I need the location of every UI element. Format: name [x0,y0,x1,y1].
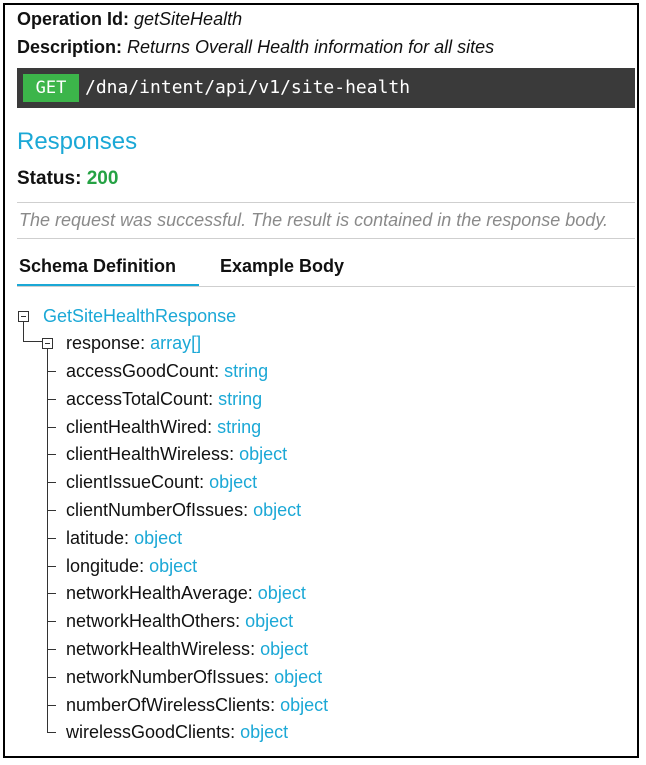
schema-root-label[interactable]: GetSiteHealthResponse [43,306,236,326]
field-type-link[interactable]: object [260,639,308,659]
field-type-link[interactable]: object [274,667,322,687]
field-type-link[interactable]: string [217,417,261,437]
field-type-link[interactable]: object [253,500,301,520]
field-type-link[interactable]: object [258,583,306,603]
operation-id-value: getSiteHealth [134,9,243,29]
field-type-link[interactable]: object [209,472,257,492]
tree-connector [47,427,56,428]
active-tab-indicator [17,284,199,286]
tree-connector [47,593,56,594]
tree-connector [47,399,56,400]
tree-connector [47,566,56,567]
tree-connector [47,371,56,372]
tree-connector [47,677,56,678]
field-name: numberOfWirelessClients [66,695,271,715]
field-type-link[interactable]: array[] [150,333,201,353]
schema-field-row: clientHealthWired: string [66,417,262,437]
schema-root-node[interactable]: GetSiteHealthResponse [43,304,236,328]
tabs-divider [17,286,635,287]
tree-connector [47,621,56,622]
schema-field-row: longitude: object [66,556,198,576]
field-name: networkNumberOfIssues [66,667,265,687]
field-type-link[interactable]: object [149,556,197,576]
tab-schema-definition[interactable]: Schema Definition [19,254,176,278]
responses-heading: Responses [17,128,138,155]
field-name: latitude [66,528,125,548]
schema-field-row: latitude: object [66,528,183,548]
tree-connector [47,649,56,650]
operation-description-value: Returns Overall Health information for a… [127,37,495,57]
field-name: accessGoodCount [66,361,215,381]
tree-connector [47,454,56,455]
tree-connector [23,341,42,342]
field-type-link[interactable]: object [240,722,288,742]
collapse-toggle-icon[interactable] [18,311,29,322]
endpoint-bar: GET /dna/intent/api/v1/site-health [17,68,635,108]
http-method-badge: GET [23,74,79,102]
endpoint-path: /dna/intent/api/v1/site-health [85,77,411,98]
schema-field-row: clientHealthWireless: object [66,444,288,464]
collapse-toggle-icon[interactable] [42,338,53,349]
field-type-link[interactable]: object [280,695,328,715]
tree-connector [23,322,24,341]
tree-connector [47,482,56,483]
field-type-link[interactable]: string [224,361,268,381]
field-type-link[interactable]: object [239,444,287,464]
field-name: clientIssueCount [66,472,200,492]
tree-connector [47,705,56,706]
tab-example-body[interactable]: Example Body [220,254,344,278]
field-type-link[interactable]: object [245,611,293,631]
field-name: longitude [66,556,140,576]
operation-id-line: Operation Id: getSiteHealth [17,8,242,30]
field-name: networkHealthWireless [66,639,251,659]
field-name: accessTotalCount [66,389,209,409]
schema-field-row: accessGoodCount: string [66,361,269,381]
schema-field-row: networkHealthWireless: object [66,639,309,659]
field-name: networkHealthOthers [66,611,236,631]
status-code: 200 [86,168,119,189]
operation-id-label: Operation Id: [17,9,129,29]
field-name: clientHealthWired [66,417,208,437]
field-type-link[interactable]: object [134,528,182,548]
response-node: response: array[] [66,333,202,353]
field-type-link[interactable]: string [218,389,262,409]
status-line: Status: 200 [17,167,118,191]
schema-field-row: wirelessGoodClients: object [66,722,289,742]
schema-field-row: clientNumberOfIssues: object [66,500,302,520]
field-name: clientHealthWireless [66,444,230,464]
schema-field-row: networkNumberOfIssues: object [66,667,323,687]
operation-description-line: Description: Returns Overall Health info… [17,36,494,58]
operation-description-label: Description: [17,37,123,57]
schema-field-row: networkHealthAverage: object [66,583,306,603]
response-description: The request was successful. The result i… [19,210,608,230]
divider [17,202,635,203]
divider [17,238,635,239]
schema-field-row: numberOfWirelessClients: object [66,695,329,715]
status-label: Status: [17,168,82,189]
tree-connector [47,732,56,733]
schema-field-row: clientIssueCount: object [66,472,258,492]
tree-connector [47,538,56,539]
field-name: networkHealthAverage [66,583,248,603]
field-name: clientNumberOfIssues [66,500,244,520]
tree-connector [47,349,48,733]
schema-field-row: networkHealthOthers: object [66,611,294,631]
field-name: response [66,333,141,353]
schema-field-row: accessTotalCount: string [66,389,263,409]
field-name: wirelessGoodClients [66,722,231,742]
tree-connector [47,510,56,511]
